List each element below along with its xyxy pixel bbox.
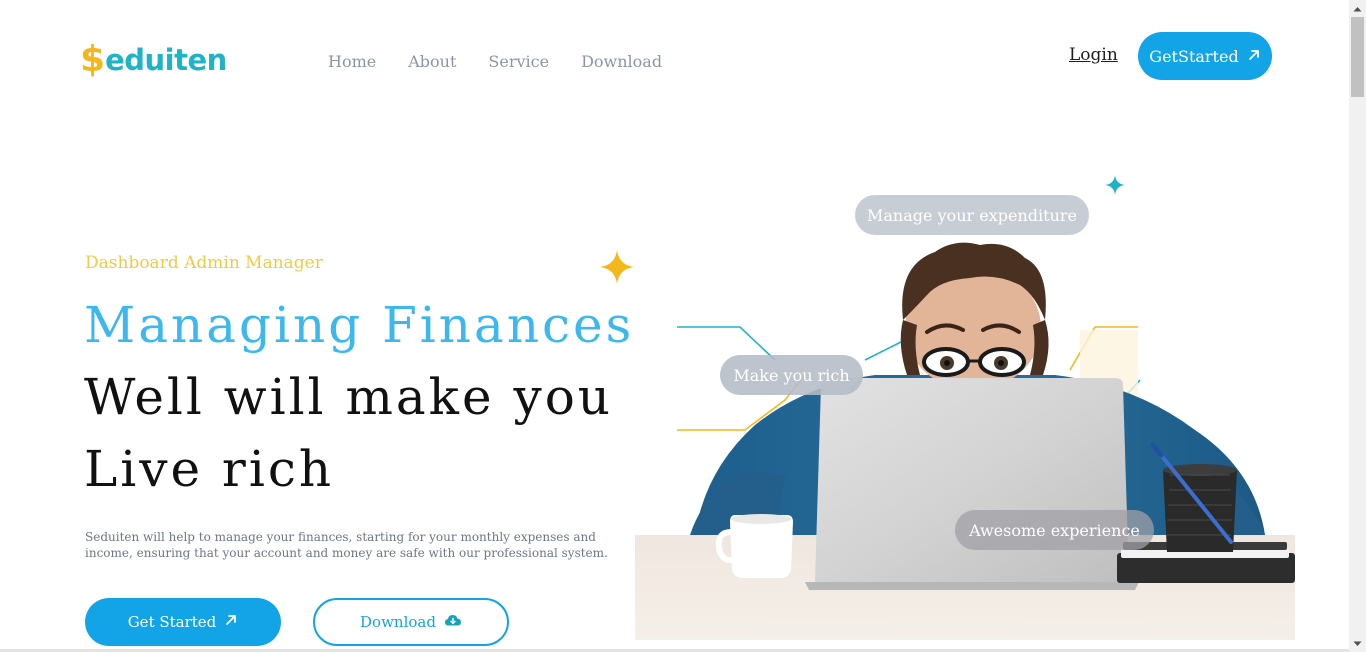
logo-wordmark: eduiten <box>105 43 227 77</box>
login-link[interactable]: Login <box>1069 43 1118 67</box>
hero-eyebrow: Dashboard Admin Manager <box>85 253 323 273</box>
logo-dollar-symbol: $ <box>80 39 106 80</box>
sparkle-icon <box>598 248 636 286</box>
feature-bubble-rich: Make you rich <box>720 355 863 395</box>
download-label: Download <box>360 613 436 631</box>
hero-headline-line-3: Live rich <box>84 440 335 498</box>
cloud-download-icon <box>444 613 462 631</box>
hero-headline-line-1: Managing Finances <box>84 296 635 354</box>
hero-illustration <box>635 170 1305 640</box>
header-get-started-button[interactable]: GetStarted <box>1138 32 1272 80</box>
nav-item-about[interactable]: About <box>408 50 456 74</box>
nav-item-home[interactable]: Home <box>328 50 376 74</box>
nav-item-download[interactable]: Download <box>581 50 662 74</box>
header-get-started-label: GetStarted <box>1149 46 1239 66</box>
arrow-up-right-icon <box>1247 47 1261 66</box>
logo[interactable]: $ eduiten <box>80 40 227 80</box>
feature-bubble-experience: Awesome experience <box>955 510 1154 550</box>
hero-description: Seduiten will help to manage your financ… <box>85 530 608 560</box>
nav-item-service[interactable]: Service <box>488 50 549 74</box>
sparkle-icon <box>1104 174 1126 196</box>
download-button[interactable]: Download <box>313 598 509 646</box>
get-started-label: Get Started <box>127 613 217 631</box>
arrow-up-right-icon <box>224 613 238 631</box>
vertical-scrollbar[interactable] <box>1349 0 1366 652</box>
scroll-up-arrow-icon[interactable] <box>1349 0 1366 17</box>
feature-bubble-expenditure: Manage your expenditure <box>855 195 1089 235</box>
scrollbar-thumb[interactable] <box>1351 17 1364 97</box>
hero-headline-line-2: Well will make you <box>84 368 613 426</box>
main-nav: Home About Service Download <box>328 50 662 74</box>
scroll-down-arrow-icon[interactable] <box>1349 635 1366 652</box>
get-started-button[interactable]: Get Started <box>85 598 281 646</box>
